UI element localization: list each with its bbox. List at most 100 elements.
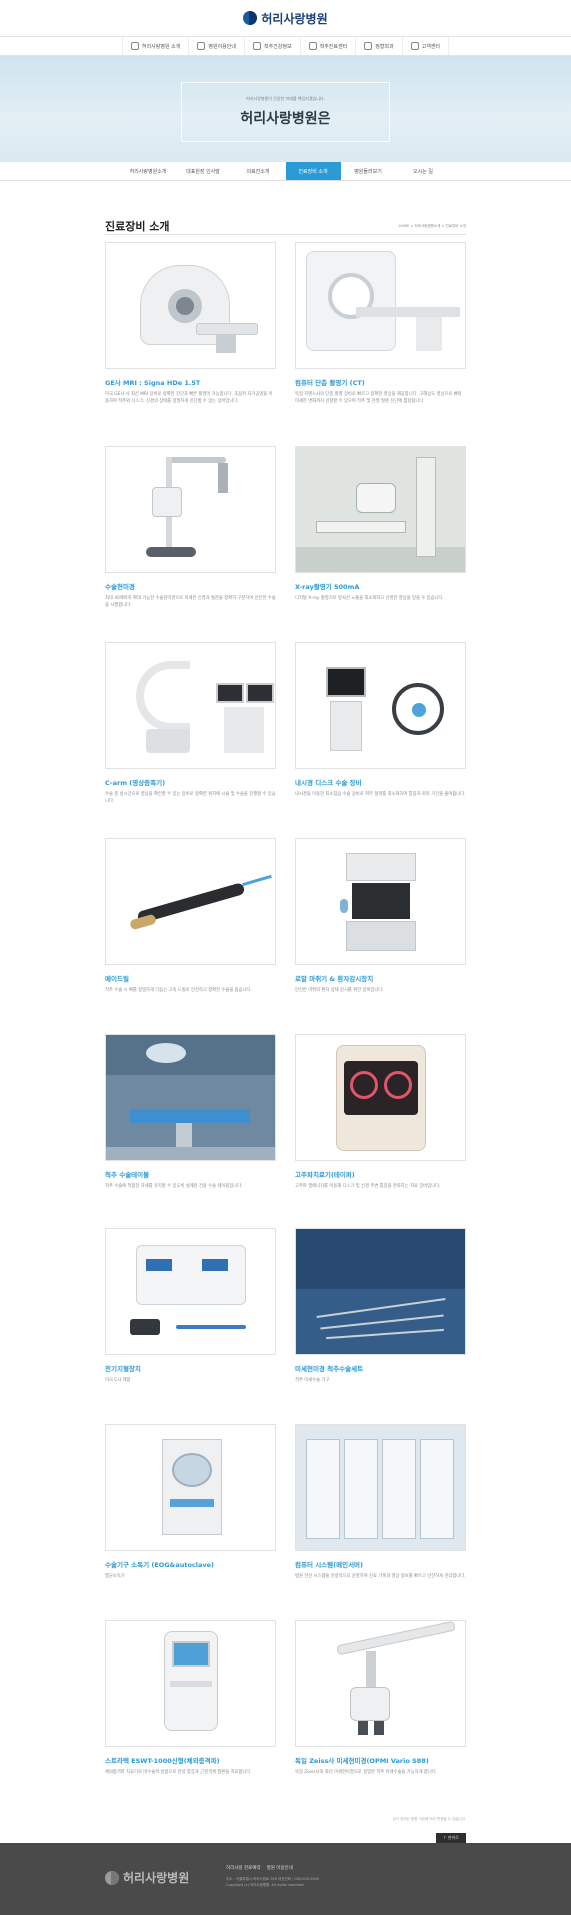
site-logo[interactable]: 허리사랑병원: [261, 10, 327, 27]
equipment-card: GE사 MRI : Signa HDe 1.5T 미국 GE사 사 최신 MRI…: [105, 242, 276, 405]
main-nav: 허리사랑병원 소개 병원이용안내 척추건강정보 척추진료센터 정형외과 고객센터: [0, 36, 571, 56]
card-title: 미세현미경 척추수술세트: [295, 1365, 364, 1373]
card-title: 수술기구 소독기 (EOG&autoclave): [105, 1561, 214, 1569]
equipment-card: 스트라텍 ESWT-1000신형(체외충격파) 체외충격파 치료기로 비수술적 …: [105, 1620, 276, 1776]
nav-item-orthopedics[interactable]: 정형외과: [356, 37, 403, 55]
hospital-icon: [130, 42, 139, 50]
card-title: 척추 수술테이블: [105, 1171, 150, 1179]
card-desc: 안전한 마취와 환자 상태 감시를 위한 장비입니다.: [295, 988, 384, 993]
sub-nav: 허리사랑병원소개 대표원장 인사말 의료진소개 진료장비 소개 병원둘러보기 오…: [0, 162, 571, 181]
hero-banner: 허리사랑병원이 건강한 미래를 책임지겠습니다. 허리사랑병원은: [0, 56, 571, 162]
nav-item-about[interactable]: 허리사랑병원 소개: [121, 37, 190, 55]
subnav-item-equipment[interactable]: 진료장비 소개: [285, 162, 341, 180]
equipment-card: 내시경 디스크 수술 장비 내시경을 이용한 최소침습 수술 장비로 피부 절개…: [295, 642, 466, 798]
cross-icon: [308, 42, 317, 50]
subnav-item-greeting[interactable]: 대표원장 인사말: [176, 162, 231, 180]
nav-item-spine-center[interactable]: 척추진료센터: [301, 37, 357, 55]
drill-icon: [105, 838, 276, 965]
site-footer: 허리사랑병원 허리사랑 진료예약 병원 이용안내 주소 : 서울특별시 허리사랑…: [0, 1843, 571, 1915]
document-icon: [197, 42, 206, 50]
sterilizer-icon: [105, 1424, 276, 1551]
equipment-card: 전기지혈장치 미국 C사 제품: [105, 1228, 276, 1384]
site-header: 허리사랑병원: [0, 0, 571, 36]
card-desc: 척추 미세수술 기구: [295, 1378, 330, 1383]
card-desc: 독일 지멘스사의 단층 촬영 장비로 빠르고 정확한 영상을 제공합니다. 고해…: [295, 392, 462, 404]
card-desc: 디지털 X-ray 촬영기로 방사선 노출을 최소화하고 선명한 영상을 얻을 …: [295, 596, 444, 601]
card-desc: 체외충격파 치료기로 비수술적 방법으로 만성 통증과 근골격계 질환을 치료합…: [105, 1770, 252, 1775]
anesthesia-icon: [295, 838, 466, 965]
nav-item-health-info[interactable]: 척추건강정보: [245, 37, 301, 55]
micro-instruments-icon: [295, 1228, 466, 1355]
logo-icon: [105, 1870, 119, 1885]
surgical-table-icon: [105, 1034, 276, 1161]
equipment-card: 수술현미경 최대 40배까지 확대 가능한 수술현미경으로 미세한 신경과 혈관…: [105, 446, 276, 609]
card-title: 고주파치료기(테이퍼): [295, 1171, 355, 1179]
equipment-card: 컴퓨터 시스템(메인서버) 병원 전산 시스템을 안정적으로 운영하여 진료 기…: [295, 1424, 466, 1580]
card-desc: 병원 전산 시스템을 안정적으로 운영하여 진료 기록과 영상 정보를 빠르고 …: [295, 1574, 466, 1579]
surgical-microscope-icon: [105, 446, 276, 573]
card-title: 로말 마취기 & 환자감시장치: [295, 975, 374, 983]
card-desc: 척추 수술 시 뼈를 정밀하게 다듬는 고속 드릴로 안전하고 정확한 수술을 …: [105, 988, 252, 993]
footer-link[interactable]: 허리사랑 진료예약: [226, 1865, 261, 1871]
card-title: GE사 MRI : Signa HDe 1.5T: [105, 379, 201, 387]
card-title: 컴퓨터 시스템(메인서버): [295, 1561, 364, 1569]
card-desc: 척추 수술에 적합한 자세를 유지할 수 있도록 설계된 전용 수술 테이블입니…: [105, 1184, 243, 1189]
equipment-card: 척추 수술테이블 척추 수술에 적합한 자세를 유지할 수 있도록 설계된 전용…: [105, 1034, 276, 1190]
ct-scanner-icon: [295, 242, 466, 369]
equipment-card: 수술기구 소독기 (EOG&autoclave) 멸균소독기: [105, 1424, 276, 1580]
logo-icon: [243, 11, 258, 25]
equipment-card: 컴퓨터 단층 촬영기 (CT) 독일 지멘스사의 단층 촬영 장비로 빠르고 정…: [295, 242, 466, 405]
eswt-icon: [105, 1620, 276, 1747]
equipment-card: C-arm (영상증폭기) 수술 중 실시간으로 영상을 확인할 수 있는 장비…: [105, 642, 276, 805]
bone-icon: [364, 42, 373, 50]
breadcrumb: HOME > 허리사랑병원소개 > 진료장비 소개: [398, 224, 466, 228]
card-desc: 수술 중 실시간으로 영상을 확인할 수 있는 장비로 정확한 위치에 시술 및…: [105, 792, 276, 804]
card-title: 메이드릴: [105, 975, 129, 983]
card-desc: 미국 GE사 사 최신 MRI 장비로 정확한 진단과 빠른 촬영이 가능합니다…: [105, 392, 273, 404]
nav-item-customer[interactable]: 고객센터: [403, 37, 450, 55]
hero-frame: 허리사랑병원이 건강한 미래를 책임지겠습니다. 허리사랑병원은: [181, 82, 390, 142]
title-divider: [105, 234, 466, 235]
equipment-card: 고주파치료기(테이퍼) 고주파 열에너지를 이용해 디스크 및 신경 주변 통증…: [295, 1034, 466, 1190]
card-desc: 미국 C사 제품: [105, 1378, 131, 1383]
footer-info: 주소 : 서울특별시 허리사랑로 000 대표전화 : 000-000-0000…: [226, 1877, 320, 1887]
card-desc: 내시경을 이용한 최소침습 수술 장비로 피부 절개를 최소화하여 통증과 회복…: [295, 792, 466, 797]
mri-icon: [105, 242, 276, 369]
equipment-card: 메이드릴 척추 수술 시 뼈를 정밀하게 다듬는 고속 드릴로 안전하고 정확한…: [105, 838, 276, 994]
bottom-note: 상기 장비는 병원 사정에 따라 변경될 수 있습니다.: [392, 1817, 466, 1821]
card-title: 전기지혈장치: [105, 1365, 141, 1373]
card-title: 독일 Zeiss사 미세현미경(OPMI Vario S88): [295, 1757, 429, 1765]
book-icon: [252, 42, 261, 50]
hero-title: 허리사랑병원은: [240, 111, 331, 127]
card-title: 컴퓨터 단층 촬영기 (CT): [295, 379, 365, 387]
card-title: 수술현미경: [105, 583, 135, 591]
back-to-top-button[interactable]: ↑ 맨위로: [436, 1833, 466, 1843]
card-title: C-arm (영상증폭기): [105, 779, 166, 787]
subnav-item-tour[interactable]: 병원둘러보기: [341, 162, 396, 180]
subnav-item-doctors[interactable]: 의료진소개: [231, 162, 286, 180]
endoscope-icon: [295, 642, 466, 769]
nav-item-guide[interactable]: 병원이용안내: [189, 37, 245, 55]
footer-brand: 허리사랑병원: [123, 1871, 190, 1885]
footer-logo: 허리사랑병원: [105, 1869, 189, 1886]
zeiss-microscope-icon: [295, 1620, 466, 1747]
card-title: 스트라텍 ESWT-1000신형(체외충격파): [105, 1757, 220, 1765]
c-arm-icon: [105, 642, 276, 769]
footer-link[interactable]: 병원 이용안내: [267, 1865, 293, 1871]
equipment-card: 미세현미경 척추수술세트 척추 미세수술 기구: [295, 1228, 466, 1384]
subnav-item-about[interactable]: 허리사랑병원소개: [121, 162, 176, 180]
card-title: 내시경 디스크 수술 장비: [295, 779, 362, 787]
page-title: 진료장비 소개: [105, 220, 170, 233]
electrosurgical-icon: [105, 1228, 276, 1355]
hero-subtitle: 허리사랑병원이 건강한 미래를 책임지겠습니다.: [246, 96, 325, 101]
card-desc: 최대 40배까지 확대 가능한 수술현미경으로 미세한 신경과 혈관을 정확히 …: [105, 596, 276, 608]
card-desc: 독일 Zeiss사의 최신 미세현미경으로 정밀한 척추 미세수술을 가능하게 …: [295, 1770, 438, 1775]
equipment-card: 로말 마취기 & 환자감시장치 안전한 마취와 환자 상태 감시를 위한 장비입…: [295, 838, 466, 994]
card-desc: 멸균소독기: [105, 1574, 125, 1579]
xray-icon: [295, 446, 466, 573]
equipment-card: 독일 Zeiss사 미세현미경(OPMI Vario S88) 독일 Zeiss…: [295, 1620, 466, 1776]
subnav-item-directions[interactable]: 오시는 길: [396, 162, 451, 180]
card-title: X-ray촬영기 500mA: [295, 583, 360, 591]
equipment-card: X-ray촬영기 500mA 디지털 X-ray 촬영기로 방사선 노출을 최소…: [295, 446, 466, 602]
headset-icon: [410, 42, 419, 50]
